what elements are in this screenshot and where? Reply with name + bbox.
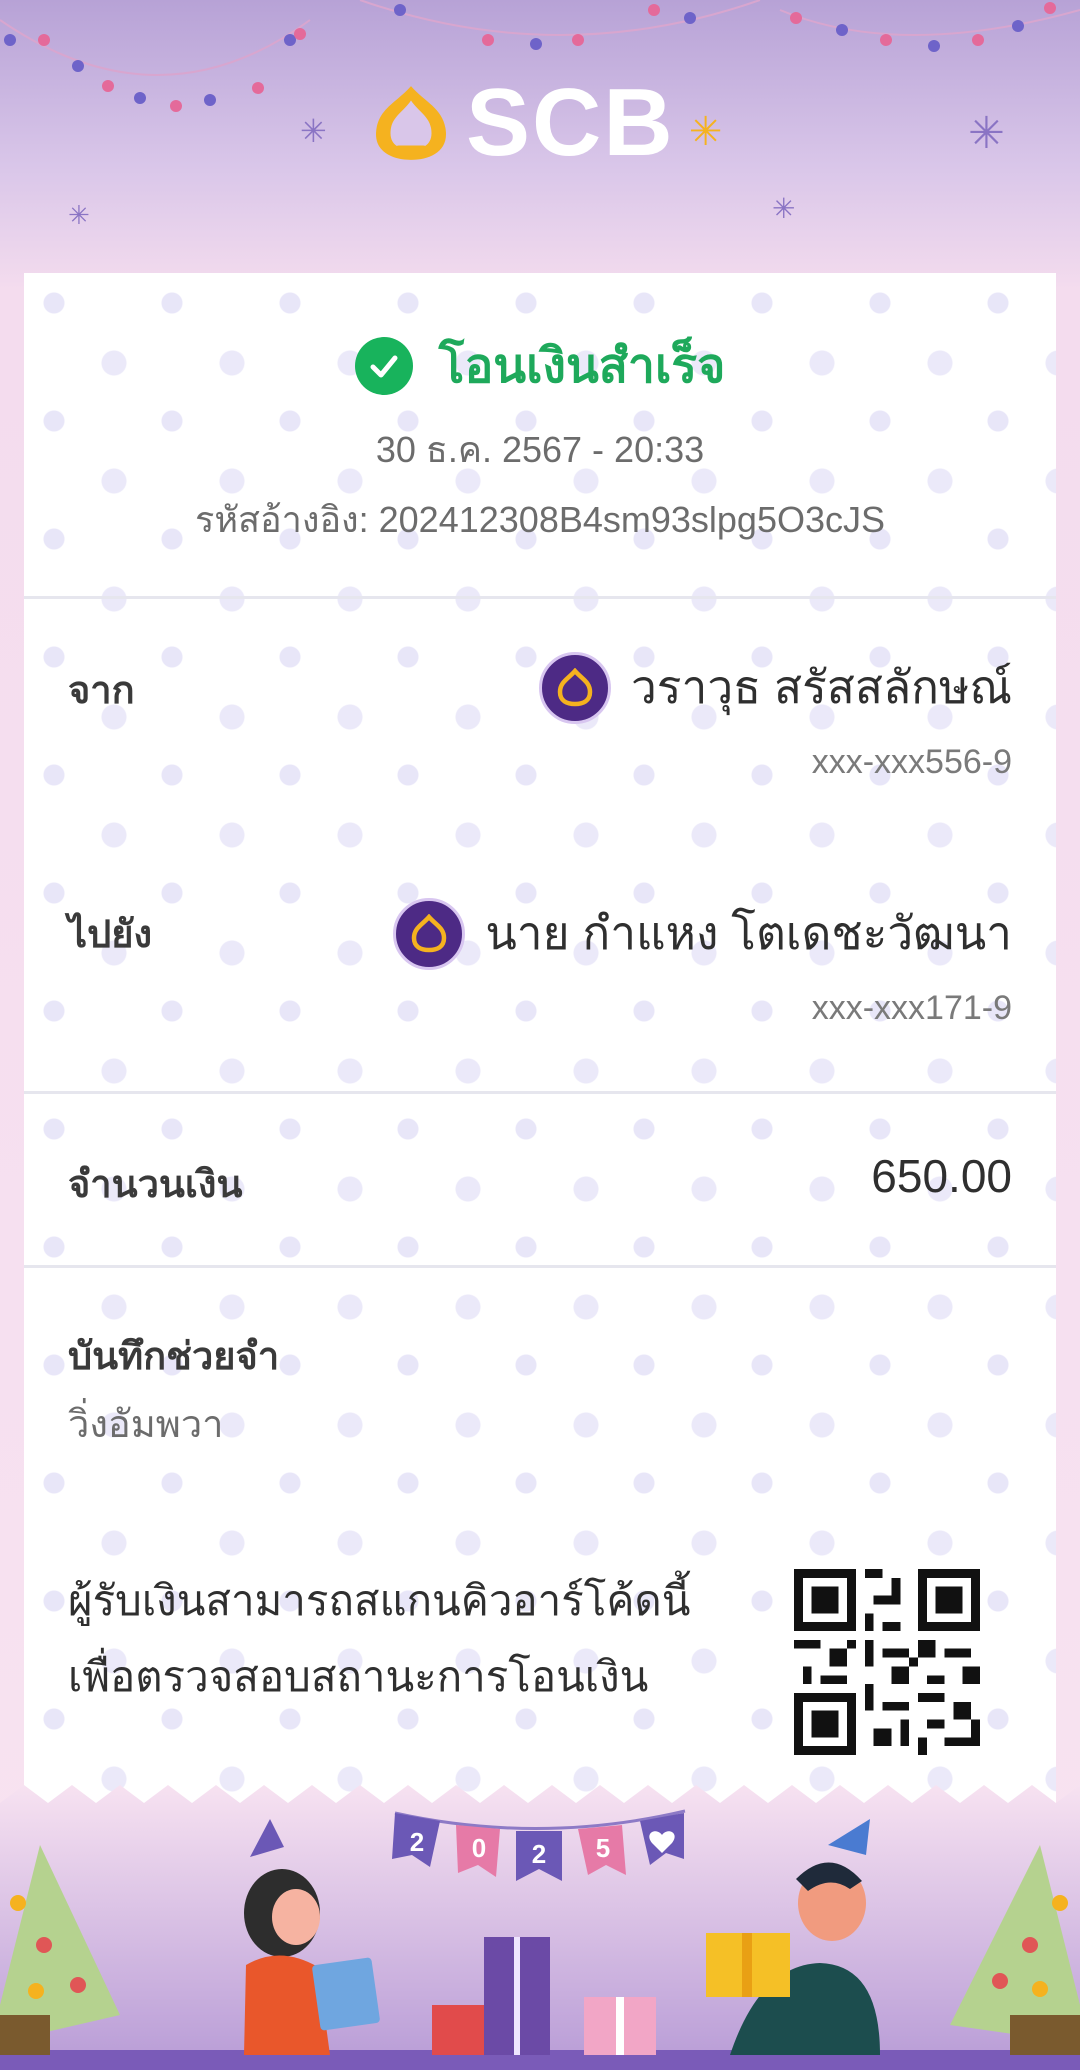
to-account: xxx-xxx171-9: [811, 989, 1012, 1027]
scb-bank-icon: [538, 651, 611, 724]
to-party: นาย กำแหง โตเดชะวัฒนา: [393, 897, 1012, 970]
check-circle-icon: [354, 337, 413, 395]
flag-digit: 5: [596, 1833, 610, 1863]
amount-value: 650.00: [871, 1150, 1012, 1202]
sparkle-icon: ✳: [772, 193, 796, 224]
reference-number: รหัสอ้างอิง: 202412308B4sm93slpg5O3cJS: [194, 499, 885, 540]
sparkle-icon: ✳: [968, 109, 1005, 158]
from-party: วราวุธ สรัสสลักษณ์: [538, 651, 1012, 724]
scb-bank-icon: [393, 897, 466, 970]
from-name: วราวุธ สรัสสลักษณ์: [630, 661, 1012, 713]
status-title: โอนเงินสำเร็จ: [438, 340, 726, 393]
sparkle-icon: ✳: [68, 200, 90, 230]
flag-digit: 0: [472, 1833, 486, 1863]
flag-digit: 2: [532, 1839, 546, 1869]
divider: [24, 1265, 1056, 1268]
to-name: นาย กำแหง โตเดชะวัฒนา: [485, 907, 1012, 959]
header: ✳ ✳ ✳ ✳ SCB ✳: [0, 0, 1080, 272]
sparkle-icon: ✳: [300, 113, 327, 149]
receipt-card: โอนเงินสำเร็จ 30 ธ.ค. 2567 - 20:33 รหัสอ…: [24, 273, 1056, 1803]
from-label: จาก: [68, 670, 135, 712]
sparkle-icon: ✳: [688, 110, 723, 154]
new-year-illustration: 2 0 2 5: [0, 1785, 1080, 2070]
scb-bell-logo-icon: [375, 86, 447, 160]
scb-logo: SCB ✳: [370, 69, 723, 176]
brand-name: SCB: [466, 69, 675, 176]
divider: [24, 596, 1056, 599]
from-account: xxx-xxx556-9: [811, 743, 1012, 781]
flag-digit: 2: [410, 1827, 424, 1857]
amount-label: จำนวนเงิน: [68, 1164, 243, 1206]
qr-instruction: ผู้รับเงินสามารถสแกนคิวอาร์โค้ดนี้เพื่อต…: [68, 1577, 691, 1700]
to-label: ไปยัง: [68, 914, 153, 956]
divider: [24, 1091, 1056, 1094]
memo-value: วิ่งอัมพวา: [68, 1404, 224, 1446]
transfer-datetime: 30 ธ.ค. 2567 - 20:33: [375, 429, 705, 470]
memo-label: บันทึกช่วยจำ: [68, 1336, 280, 1378]
qr-code-icon[interactable]: [794, 1569, 980, 1755]
status-row: โอนเงินสำเร็จ: [24, 328, 1056, 404]
